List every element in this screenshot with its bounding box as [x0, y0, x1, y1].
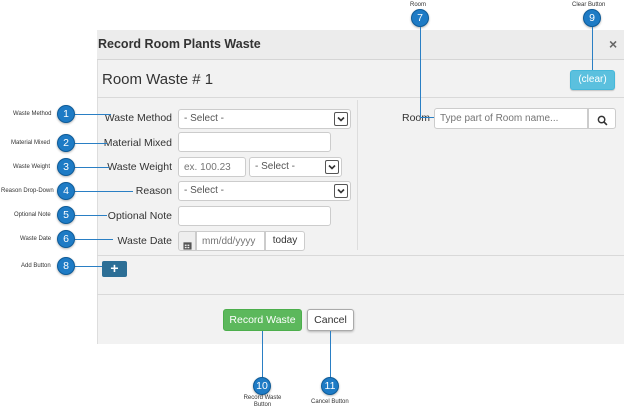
annotation-label-clear-button: Clear Button — [572, 2, 606, 8]
waste-method-select[interactable]: - Select - — [178, 109, 351, 129]
reason-value: - Select - — [184, 185, 225, 196]
annotation-label-cancel-button: Cancel Button — [311, 399, 349, 405]
annotation-badge-1: 1 — [57, 105, 75, 123]
annotation-label-record-waste: Record Waste Button — [243, 395, 282, 408]
room-search-button[interactable] — [588, 108, 616, 129]
annotation-label-optional-note: Optional Note — [14, 212, 51, 218]
form-divider — [97, 255, 624, 256]
annotation-label-room: Room — [410, 2, 427, 8]
annotation-badge-10: 10 — [253, 377, 271, 395]
annotation-badge-7: 7 — [411, 9, 429, 27]
annotation-badge-8: 8 — [57, 257, 75, 275]
reason-select[interactable]: - Select - — [178, 181, 351, 201]
annotation-line — [75, 215, 107, 216]
calendar-addon[interactable] — [178, 231, 196, 251]
annotation-label-waste-weight: Waste Weight — [13, 164, 51, 170]
chevron-down-icon — [334, 112, 348, 126]
annotation-line — [75, 191, 133, 192]
footer-divider — [97, 294, 624, 295]
annotation-badge-5: 5 — [57, 206, 75, 224]
material-mixed-input[interactable] — [178, 132, 331, 152]
room-search-input[interactable] — [434, 108, 588, 129]
annotation-line — [330, 331, 331, 378]
waste-weight-unit-value: - Select - — [255, 161, 296, 172]
annotation-line — [262, 331, 263, 378]
waste-date-input[interactable] — [196, 231, 265, 251]
annotation-line — [75, 167, 109, 168]
annotation-badge-4: 4 — [57, 182, 75, 200]
annotation-line — [75, 114, 111, 115]
annotation-label-waste-date: Waste Date — [20, 236, 52, 242]
room-waste-heading: Room Waste # 1 — [102, 71, 214, 88]
annotation-label-material-mixed: Material Mixed — [11, 140, 51, 146]
add-button[interactable]: + — [102, 261, 127, 277]
today-button[interactable]: today — [265, 231, 305, 251]
waste-method-value: - Select - — [184, 113, 225, 124]
chevron-down-icon — [325, 160, 339, 174]
heading-divider — [97, 97, 624, 98]
annotation-line — [420, 117, 434, 118]
annotation-label-waste-method: Waste Method — [13, 111, 52, 117]
room-label: Room — [402, 112, 431, 124]
annotation-badge-11: 11 — [321, 377, 339, 395]
annotation-badge-3: 3 — [57, 158, 75, 176]
plus-icon: + — [110, 260, 119, 276]
annotation-label-add-button: Add Button — [21, 263, 51, 269]
clear-button[interactable]: (clear) — [570, 70, 615, 90]
column-divider — [357, 100, 358, 250]
search-icon — [597, 113, 608, 131]
optional-note-input[interactable] — [178, 206, 331, 226]
waste-weight-input[interactable] — [178, 157, 246, 177]
annotation-line — [420, 27, 421, 118]
annotation-badge-9: 9 — [583, 9, 601, 27]
record-waste-button[interactable]: Record Waste — [223, 309, 302, 331]
cancel-button[interactable]: Cancel — [307, 309, 354, 331]
annotation-line — [75, 239, 113, 240]
annotation-line — [75, 266, 102, 267]
annotation-label-reason: Reason Drop-Down — [1, 188, 54, 194]
annotation-line — [592, 27, 593, 70]
chevron-down-icon — [334, 184, 348, 198]
calendar-icon — [183, 237, 192, 255]
annotation-badge-6: 6 — [57, 230, 75, 248]
annotation-line — [75, 143, 107, 144]
waste-weight-unit-select[interactable]: - Select - — [249, 157, 342, 177]
close-icon[interactable]: × — [609, 36, 617, 52]
annotation-badge-2: 2 — [57, 134, 75, 152]
modal-title: Record Room Plants Waste — [98, 37, 261, 51]
